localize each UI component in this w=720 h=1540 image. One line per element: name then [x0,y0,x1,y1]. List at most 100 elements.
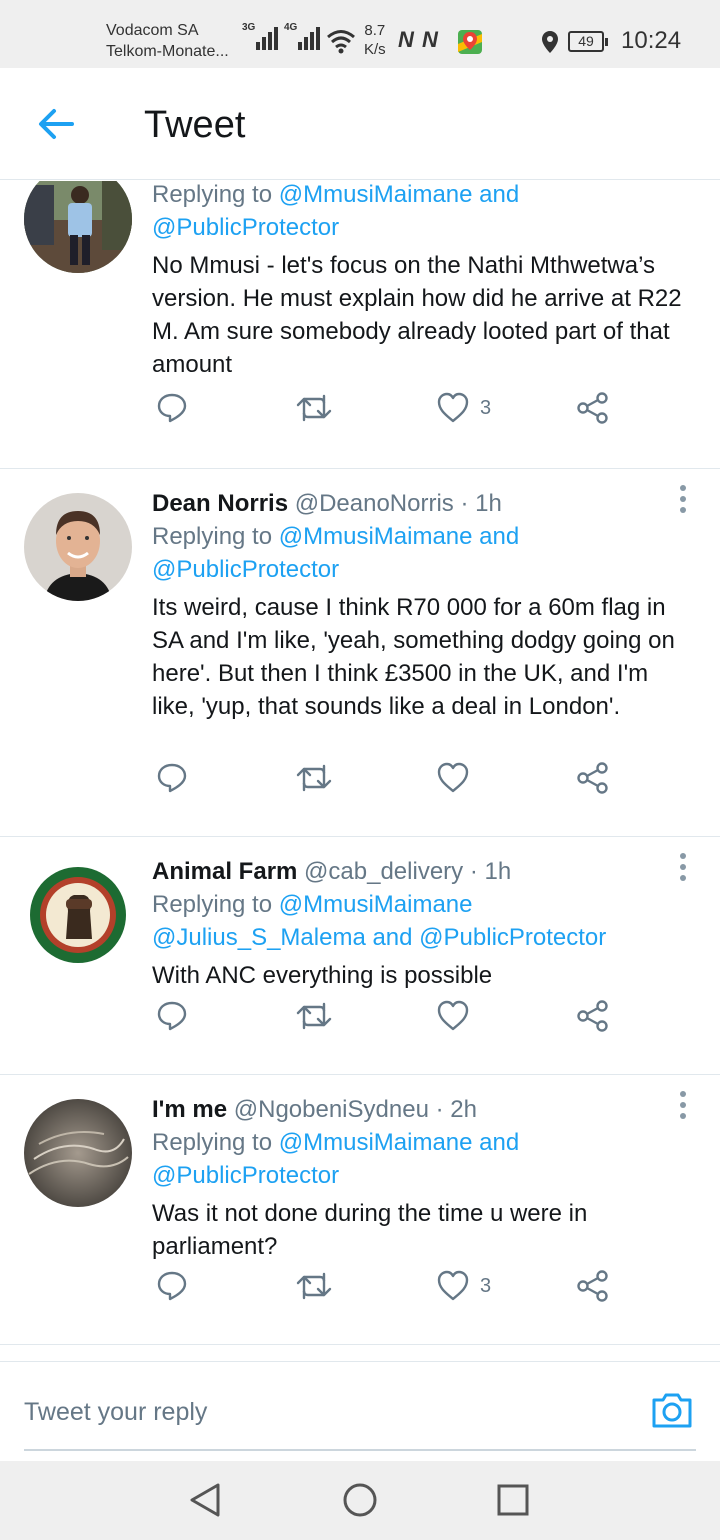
user-name[interactable]: I'm me [152,1096,227,1123]
tweet-time: · 2h [435,1096,477,1123]
like-count: 3 [480,396,492,419]
reply-mention-link[interactable]: @MmusiMaimane and [279,181,519,208]
reply-thread[interactable]: Replying to @MmusiMaimane and @PublicPro… [0,181,720,1361]
battery-icon: 49 [568,31,608,52]
retweet-icon[interactable] [296,1266,332,1306]
tweet-meta: I'm me @NgobeniSydneu · 2h [152,1093,697,1126]
system-nav-bar [0,1461,720,1540]
nav-home-icon[interactable] [342,1481,378,1524]
like-count: 3 [480,1274,492,1297]
back-arrow-icon[interactable] [36,106,76,147]
tweet-actions: 3 [152,1266,622,1306]
retweet-icon[interactable] [296,996,332,1036]
like-button[interactable] [436,758,480,798]
reply-mention-link[interactable]: @MmusiMaimane [279,891,473,918]
avatar[interactable] [24,861,132,969]
reply-mention-link[interactable]: @Julius_S_Malema and @PublicProtector [152,924,606,951]
signal-3g-label: 3G [242,22,256,33]
location-icon [541,30,559,59]
share-icon[interactable] [576,758,610,798]
wifi-icon [326,28,356,59]
reply-mention-link[interactable]: @PublicProtector [152,214,339,241]
reply-context: Replying to @MmusiMaimane and @PublicPro… [152,1126,697,1192]
tweet-item[interactable]: Replying to @MmusiMaimane and @PublicPro… [0,181,720,469]
camera-icon[interactable] [650,1390,694,1435]
net-speed-value: 8.7 [364,22,386,39]
user-name[interactable]: Animal Farm [152,858,297,885]
reply-context: Replying to @MmusiMaimane @Julius_S_Male… [152,888,697,954]
reply-prefix: Replying to [152,1129,279,1156]
tweet-time: · 1h [460,490,502,517]
tweet-content: I'm me @NgobeniSydneu · 2h Replying to @… [152,1093,697,1263]
tweet-text: With ANC everything is possible [152,962,493,989]
user-handle[interactable]: @cab_delivery [304,858,463,885]
like-icon [437,1000,469,1031]
nav-recents-icon[interactable] [496,1481,530,1524]
reply-composer: Tweet your reply [0,1361,720,1461]
share-icon[interactable] [576,996,610,1036]
tweet-time: · 1h [469,858,512,885]
reply-mention-link[interactable]: @MmusiMaimane and [279,523,519,550]
status-time: 10:24 [621,27,682,54]
carrier-secondary: Telkom-Monate... [106,43,229,60]
reply-prefix: Replying to [152,891,279,918]
retweet-icon[interactable] [296,388,332,428]
reply-mention-link[interactable]: @PublicProtector [152,556,339,583]
like-button[interactable] [436,996,480,1036]
reply-icon[interactable] [156,758,188,798]
avatar[interactable] [24,1099,132,1207]
more-icon[interactable] [680,1091,686,1124]
net-speed: 8.7 K/s [364,21,386,59]
like-icon [437,762,469,793]
reply-mention-link[interactable]: @PublicProtector [152,1162,339,1189]
share-icon[interactable] [576,1266,610,1306]
tweet-item[interactable]: I'm me @NgobeniSydneu · 2h Replying to @… [0,1075,720,1345]
reply-context: Replying to @MmusiMaimane and @PublicPro… [152,181,697,244]
user-handle[interactable]: @NgobeniSydneu [234,1096,429,1123]
maps-icon [456,28,484,61]
reply-input-underline [24,1449,696,1451]
like-icon [437,392,469,423]
tweet-text: Was it not done during the time u were i… [152,1200,588,1260]
signal-4g-label: 4G [284,22,298,33]
tweet-meta: Dean Norris @DeanoNorris · 1h [152,487,697,520]
like-icon [437,1270,469,1301]
tweet-actions [152,758,622,798]
retweet-icon[interactable] [296,758,332,798]
carrier-info: Vodacom SA Telkom-Monate... [106,20,229,62]
net-speed-unit: K/s [364,41,386,58]
reply-mention-link[interactable]: @MmusiMaimane and [279,1129,519,1156]
user-handle[interactable]: @DeanoNorris [295,490,454,517]
page-title: Tweet [144,104,246,146]
share-icon[interactable] [576,388,610,428]
like-button[interactable]: 3 [436,1266,491,1306]
reply-context: Replying to @MmusiMaimane and @PublicPro… [152,520,697,586]
carrier-primary: Vodacom SA [106,22,199,39]
notification-icons: N N [398,27,439,52]
signal-3g-icon: 3G [242,22,278,57]
more-icon[interactable] [680,485,686,518]
reply-prefix: Replying to [152,181,279,208]
top-app-bar: Tweet [0,68,720,180]
user-name[interactable]: Dean Norris [152,490,288,517]
tweet-content: Dean Norris @DeanoNorris · 1h Replying t… [152,487,697,723]
tweet-text: Its weird, cause I think R70 000 for a 6… [152,594,675,720]
status-bar: Vodacom SA Telkom-Monate... 3G 4G 8.7 K/… [0,0,720,68]
avatar[interactable] [24,493,132,601]
reply-input[interactable]: Tweet your reply [24,1398,207,1427]
tweet-meta: Animal Farm @cab_delivery · 1h [152,855,697,888]
more-icon[interactable] [680,853,686,886]
reply-icon[interactable] [156,388,188,428]
tweet-text: No Mmusi - let's focus on the Nathi Mthw… [152,252,682,378]
avatar[interactable] [24,181,132,273]
reply-icon[interactable] [156,1266,188,1306]
nav-back-icon[interactable] [188,1481,224,1524]
tweet-item[interactable]: Animal Farm @cab_delivery · 1h Replying … [0,837,720,1075]
tweet-item[interactable]: Dean Norris @DeanoNorris · 1h Replying t… [0,469,720,837]
reply-icon[interactable] [156,996,188,1036]
tweet-actions [152,996,622,1036]
like-button[interactable]: 3 [436,388,491,428]
tweet-content: Replying to @MmusiMaimane and @PublicPro… [152,181,697,381]
tweet-actions: 3 [152,388,622,428]
reply-prefix: Replying to [152,523,279,550]
